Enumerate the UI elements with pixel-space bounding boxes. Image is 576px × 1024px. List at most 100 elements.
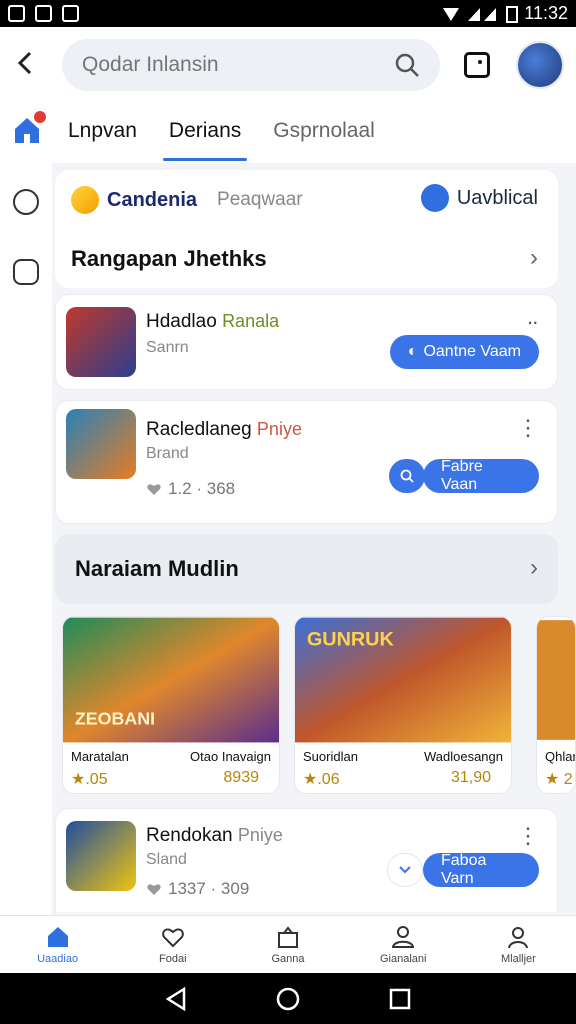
game-banner: ZEOBANI bbox=[63, 617, 279, 743]
bag-icon bbox=[278, 925, 298, 948]
item-subtitle: Sanrn bbox=[146, 339, 189, 356]
back-button[interactable] bbox=[12, 47, 40, 79]
heart-icon bbox=[147, 484, 161, 495]
nav-label: Mlalljer bbox=[500, 952, 536, 965]
panel-brand[interactable]: Candenia bbox=[107, 189, 197, 212]
section-header[interactable]: Naraiam Mudlin › bbox=[55, 534, 558, 604]
search-icon bbox=[400, 469, 414, 483]
play-button[interactable]: Faboa Varn bbox=[423, 852, 539, 887]
game-label: Maratalan bbox=[71, 749, 129, 764]
signal-icon bbox=[468, 7, 497, 21]
item-rating-value: 1.2 · 368 bbox=[168, 479, 236, 498]
user-icon bbox=[508, 926, 529, 948]
nav-profile[interactable]: Mlalljer bbox=[461, 916, 576, 973]
game-label: Qhlar bbox=[545, 749, 576, 764]
play-button[interactable]: Fabre Vaan bbox=[423, 458, 539, 493]
nav-label: Uaadiao bbox=[37, 952, 79, 965]
image-icon bbox=[62, 5, 79, 22]
chevron-left-icon bbox=[17, 51, 32, 75]
notification-icon bbox=[35, 5, 52, 22]
game-label: Suoridlan bbox=[303, 749, 358, 764]
system-nav-bar bbox=[0, 973, 576, 1024]
nav-games[interactable]: Ganna bbox=[230, 916, 345, 973]
tab-bar: Lnpvan Derians Gsprnolaal bbox=[52, 103, 576, 163]
list-item[interactable]: Racledlaneg Pniye Brand 1.2 · 368 ⋮ Fabr… bbox=[55, 400, 558, 524]
more-icon[interactable]: ·· bbox=[526, 309, 539, 335]
wifi-icon bbox=[443, 7, 460, 21]
game-thumbnail[interactable] bbox=[66, 409, 136, 479]
avatar[interactable] bbox=[516, 41, 564, 89]
item-title-row: Hdadlao Ranala bbox=[146, 311, 279, 333]
collapse-button[interactable] bbox=[387, 853, 423, 887]
rail-home-button[interactable] bbox=[12, 111, 46, 145]
home-circle-icon[interactable] bbox=[276, 987, 300, 1011]
more-vertical-icon[interactable]: ⋮ bbox=[517, 823, 539, 849]
game-banner bbox=[537, 620, 575, 740]
notification-icon bbox=[8, 5, 25, 22]
item-title-row: Racledlaneg Pniye bbox=[146, 419, 302, 441]
game-card[interactable]: GUNRUK Suoridlan Wadloesangn ★.06 31,90 bbox=[294, 616, 512, 794]
tab-gsprnolaal[interactable]: Gsprnolaal bbox=[257, 103, 391, 163]
game-banner-title: ZEOBANI bbox=[75, 709, 155, 729]
game-label: Otao Inavaign bbox=[190, 749, 271, 764]
coin-icon bbox=[71, 186, 99, 214]
item-title: Hdadlao bbox=[146, 311, 217, 332]
nav-home[interactable]: Uaadiao bbox=[0, 916, 115, 973]
battery-icon bbox=[506, 5, 519, 23]
panel-subtitle: Peaqwaar bbox=[217, 189, 303, 210]
item-rating: 1337 · 309 bbox=[146, 879, 249, 899]
chat-icon[interactable] bbox=[13, 259, 39, 285]
game-label: Wadloesangn bbox=[423, 749, 503, 764]
brand-logo-icon bbox=[420, 184, 449, 212]
panel-right-label: Uavblical bbox=[456, 186, 538, 209]
game-card[interactable]: ZEOBANI Maratalan Otao Inavaign ★.05 893… bbox=[62, 616, 280, 794]
nav-community[interactable]: Gianalani bbox=[346, 916, 461, 973]
info-icon[interactable] bbox=[13, 189, 39, 215]
list-item[interactable]: Rendokan Pniye Sland 1337 · 309 ⋮ Faboa … bbox=[55, 808, 558, 912]
item-title-row: Rendokan Pniye bbox=[146, 825, 283, 847]
scan-button[interactable] bbox=[464, 52, 490, 78]
recents-icon[interactable] bbox=[389, 988, 411, 1010]
search-bar[interactable] bbox=[62, 39, 440, 91]
top-bar bbox=[0, 27, 576, 103]
nav-label: Gianalani bbox=[379, 952, 427, 965]
side-rail bbox=[0, 103, 52, 915]
back-icon[interactable] bbox=[165, 986, 187, 1011]
panel-right-link[interactable]: Uavblical bbox=[420, 184, 538, 212]
game-card[interactable]: Qhlar ★ 2 bbox=[536, 616, 576, 794]
heart-icon bbox=[147, 884, 161, 895]
more-vertical-icon[interactable]: ⋮ bbox=[517, 415, 539, 441]
section-title: Naraiam Mudlin bbox=[75, 556, 239, 581]
tab-derians[interactable]: Derians bbox=[153, 103, 257, 163]
play-button-label: Fabre Vaan bbox=[441, 458, 483, 493]
nav-label: Ganna bbox=[271, 952, 305, 965]
search-icon[interactable] bbox=[394, 52, 420, 78]
play-icon: ◐ bbox=[407, 343, 418, 360]
status-bar: 11:32 bbox=[0, 0, 576, 27]
item-tag: Pniye bbox=[237, 825, 283, 845]
search-input[interactable] bbox=[82, 53, 382, 77]
game-count: 8939 bbox=[223, 769, 259, 786]
clock: 11:32 bbox=[524, 3, 568, 23]
item-rating-value: 1337 · 309 bbox=[168, 879, 250, 898]
chevron-right-icon[interactable]: › bbox=[530, 244, 538, 272]
chevron-down-icon bbox=[399, 866, 411, 874]
bottom-nav: Uaadiao Fodai Ganna Gianalani Mlalljer bbox=[0, 915, 576, 973]
item-title: Rendokan bbox=[146, 825, 233, 846]
item-rating: 1.2 · 368 bbox=[146, 479, 235, 499]
home-icon bbox=[47, 926, 68, 947]
game-banner: GUNRUK bbox=[295, 617, 511, 743]
user-group-icon bbox=[392, 925, 415, 948]
nav-label: Fodai bbox=[159, 952, 187, 965]
search-button[interactable] bbox=[389, 459, 425, 493]
item-tag: Ranala bbox=[222, 311, 280, 331]
nav-favorites[interactable]: Fodai bbox=[115, 916, 230, 973]
play-button[interactable]: ◐ Oantne Vaam bbox=[389, 335, 539, 369]
featured-panel: Candenia Peaqwaar Uavblical Rangapan Jhe… bbox=[55, 170, 558, 288]
item-title: Racledlaneg bbox=[146, 419, 252, 440]
game-thumbnail[interactable] bbox=[66, 307, 136, 377]
list-item[interactable]: Hdadlao Ranala Sanrn ·· ◐ Oantne Vaam bbox=[55, 294, 558, 390]
game-thumbnail[interactable] bbox=[66, 821, 136, 891]
tab-lnpvan[interactable]: Lnpvan bbox=[52, 103, 153, 163]
chevron-right-icon[interactable]: › bbox=[530, 554, 538, 582]
